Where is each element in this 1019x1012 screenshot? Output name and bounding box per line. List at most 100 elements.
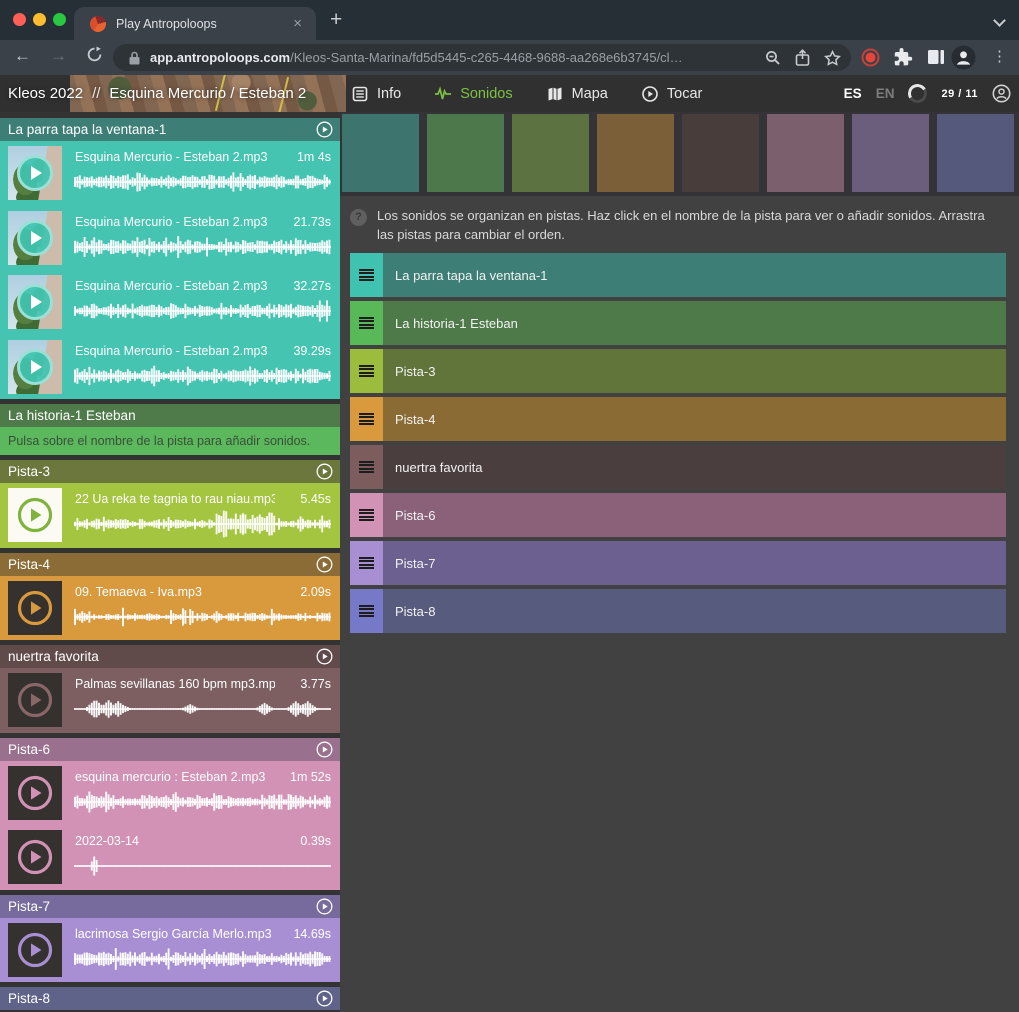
track-header[interactable]: nuertra favorita: [0, 645, 340, 668]
browser-menu-icon[interactable]: ⋮: [992, 47, 1007, 65]
record-indicator-icon[interactable]: [861, 48, 880, 67]
clip-row[interactable]: Esquina Mercurio - Esteban 2.mp339.29s: [0, 335, 340, 400]
address-bar[interactable]: app.antropoloops.com/Kleos-Santa-Marina/…: [113, 44, 851, 71]
new-tab-button[interactable]: +: [330, 9, 342, 30]
clip-thumbnail[interactable]: [8, 830, 62, 884]
track-row-3[interactable]: Pista-3: [350, 349, 1006, 393]
tab-sonidos[interactable]: Sonidos: [435, 86, 512, 102]
track-row-1[interactable]: La parra tapa la ventana-1: [350, 253, 1006, 297]
clip-play-icon[interactable]: [15, 930, 55, 970]
track-row-6[interactable]: Pista-6: [350, 493, 1006, 537]
clip-row[interactable]: lacrimosa Sergio García Merlo.mp314.69s: [0, 918, 340, 983]
clip-row[interactable]: 22 Ua reka te tagnia to rau niau.mp35.45…: [0, 483, 340, 548]
clip-row[interactable]: 2022-03-140.39s: [0, 825, 340, 890]
track-play-icon[interactable]: [316, 463, 333, 480]
track-row-body[interactable]: Pista-6: [383, 493, 1006, 537]
track-row-body[interactable]: La historia-1 Esteban: [383, 301, 1006, 345]
clip-play-icon[interactable]: [15, 588, 55, 628]
track-play-icon[interactable]: [316, 741, 333, 758]
track-row-body[interactable]: Pista-8: [383, 589, 1006, 633]
clip-play-icon[interactable]: [15, 680, 55, 720]
track-row-body[interactable]: Pista-7: [383, 541, 1006, 585]
drag-handle[interactable]: [350, 349, 383, 393]
track-play-icon[interactable]: [316, 121, 333, 138]
drag-handle[interactable]: [350, 493, 383, 537]
track-row-body[interactable]: nuertra favorita: [383, 445, 1006, 489]
reload-button[interactable]: [86, 46, 103, 68]
track-row-7[interactable]: Pista-7: [350, 541, 1006, 585]
track-row-5[interactable]: nuertra favorita: [350, 445, 1006, 489]
tab-info[interactable]: Info: [352, 86, 401, 102]
bookmark-star-icon[interactable]: [824, 50, 841, 66]
track-swatch-3[interactable]: [512, 114, 589, 192]
browser-tab[interactable]: Play Antropoloops ×: [74, 7, 316, 40]
zoom-icon[interactable]: [765, 50, 781, 66]
track-swatch-8[interactable]: [937, 114, 1014, 192]
lang-es-button[interactable]: ES: [844, 86, 862, 101]
drag-handle[interactable]: [350, 541, 383, 585]
track-header[interactable]: Pista-3: [0, 460, 340, 483]
clip-thumbnail[interactable]: [8, 766, 62, 820]
project-name[interactable]: Kleos 2022: [8, 85, 83, 102]
tab-mapa[interactable]: Mapa: [547, 86, 608, 102]
track-swatch-1[interactable]: [342, 114, 419, 192]
track-header[interactable]: Pista-7: [0, 895, 340, 918]
clip-thumbnail[interactable]: [8, 673, 62, 727]
track-swatch-5[interactable]: [682, 114, 759, 192]
track-play-icon[interactable]: [316, 648, 333, 665]
track-header[interactable]: Pista-6: [0, 738, 340, 761]
drag-handle[interactable]: [350, 589, 383, 633]
track-row-4[interactable]: Pista-4: [350, 397, 1006, 441]
clip-thumbnail[interactable]: [8, 211, 62, 265]
clip-row[interactable]: Esquina Mercurio - Esteban 2.mp321.73s: [0, 206, 340, 271]
clip-thumbnail[interactable]: [8, 275, 62, 329]
tab-close-icon[interactable]: ×: [289, 14, 306, 33]
clip-row[interactable]: Palmas sevillanas 160 bpm mp3.mp33.77s: [0, 668, 340, 733]
clip-thumbnail[interactable]: [8, 488, 62, 542]
clip-thumbnail[interactable]: [8, 581, 62, 635]
track-row-8[interactable]: Pista-8: [350, 589, 1006, 633]
side-panel-icon[interactable]: [927, 48, 945, 71]
clip-play-icon[interactable]: [15, 495, 55, 535]
track-header[interactable]: Pista-4: [0, 553, 340, 576]
drag-handle[interactable]: [350, 397, 383, 441]
track-play-icon[interactable]: [316, 898, 333, 915]
url-text[interactable]: app.antropoloops.com/Kleos-Santa-Marina/…: [150, 50, 751, 65]
drag-handle[interactable]: [350, 301, 383, 345]
back-button[interactable]: ←: [14, 46, 31, 66]
track-swatch-2[interactable]: [427, 114, 504, 192]
clip-row[interactable]: Esquina Mercurio - Esteban 2.mp31m 4s: [0, 141, 340, 206]
profile-avatar[interactable]: [951, 45, 976, 75]
clip-play-icon[interactable]: [15, 218, 55, 258]
track-play-icon[interactable]: [316, 556, 333, 573]
clip-play-icon[interactable]: [15, 837, 55, 877]
traffic-close-button[interactable]: [13, 13, 26, 26]
track-row-2[interactable]: La historia-1 Esteban: [350, 301, 1006, 345]
traffic-minimize-button[interactable]: [33, 13, 46, 26]
track-swatch-6[interactable]: [767, 114, 844, 192]
extensions-puzzle-icon[interactable]: [894, 48, 913, 72]
clip-thumbnail[interactable]: [8, 923, 62, 977]
clip-thumbnail[interactable]: [8, 146, 62, 200]
traffic-zoom-button[interactable]: [53, 13, 66, 26]
track-row-body[interactable]: Pista-3: [383, 349, 1006, 393]
clip-row[interactable]: 09. Temaeva - Iva.mp32.09s: [0, 576, 340, 641]
track-row-body[interactable]: Pista-4: [383, 397, 1006, 441]
account-icon[interactable]: [992, 84, 1011, 103]
track-header[interactable]: La historia-1 Esteban: [0, 404, 340, 427]
drag-handle[interactable]: [350, 445, 383, 489]
clip-play-icon[interactable]: [15, 347, 55, 387]
track-play-icon[interactable]: [316, 990, 333, 1007]
track-header[interactable]: Pista-8: [0, 987, 340, 1010]
track-header[interactable]: La parra tapa la ventana-1: [0, 118, 340, 141]
clip-play-icon[interactable]: [15, 282, 55, 322]
clip-row[interactable]: esquina mercurio : Esteban 2.mp31m 52s: [0, 761, 340, 826]
share-icon[interactable]: [795, 49, 810, 66]
drag-handle[interactable]: [350, 253, 383, 297]
clip-thumbnail[interactable]: [8, 340, 62, 394]
lang-en-button[interactable]: EN: [876, 86, 895, 101]
clip-row[interactable]: Esquina Mercurio - Esteban 2.mp332.27s: [0, 270, 340, 335]
forward-button[interactable]: →: [50, 46, 67, 66]
track-row-body[interactable]: La parra tapa la ventana-1: [383, 253, 1006, 297]
clip-play-icon[interactable]: [15, 153, 55, 193]
